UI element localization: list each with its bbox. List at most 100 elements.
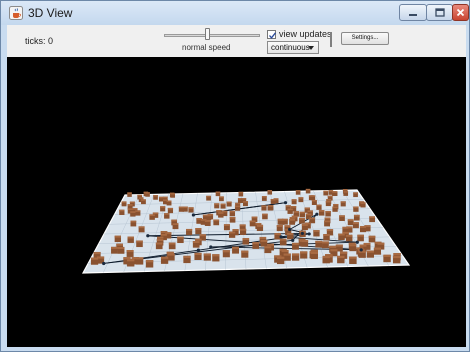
turtle-cube-top (324, 220, 331, 223)
turtle-cube-top (301, 224, 308, 226)
maximize-button[interactable] (426, 4, 453, 21)
link-node (359, 248, 363, 252)
settings-button[interactable]: Settings... (341, 32, 389, 45)
turtle-cube-top (338, 233, 345, 236)
turtle-cube-top (368, 235, 376, 238)
turtle-cube-top (229, 216, 236, 219)
turtle-cube-top (145, 260, 154, 263)
turtle-cube-top (360, 202, 366, 204)
turtle-cube-top (267, 190, 273, 192)
turtle-cube-top (353, 214, 360, 217)
minimize-button[interactable] (399, 4, 427, 21)
turtle-cube-top (318, 210, 325, 212)
turtle-cube-top (171, 219, 178, 222)
turtle-cube-top (251, 216, 258, 219)
turtle-cube-top (304, 222, 311, 225)
turtle-cube-top (339, 215, 345, 218)
turtle-cube-top (123, 257, 131, 260)
minimize-icon (408, 4, 418, 22)
turtle-cube-top (284, 225, 291, 228)
turtle-cube-top (215, 191, 221, 193)
turtle-cube-top (137, 194, 143, 197)
turtle-cube-top (310, 251, 318, 254)
turtle-cube-top (285, 205, 291, 207)
turtle-cube-top (333, 203, 339, 206)
turtle-cube-top (298, 197, 304, 199)
turtle-cube-top (256, 224, 263, 227)
update-mode-select[interactable]: continuous (267, 41, 319, 54)
turtle-cube-top (167, 253, 175, 256)
close-button[interactable] (452, 4, 469, 21)
link-node (307, 232, 311, 236)
turtle-cube-top (261, 205, 267, 207)
turtle-cube-top (393, 253, 401, 256)
turtle-cube-top (267, 243, 274, 246)
title-bar[interactable]: 3D View (1, 1, 469, 25)
turtle-cube-top (216, 210, 222, 212)
turtle-cube-top (342, 226, 349, 229)
link-node (146, 234, 150, 238)
turtle-cube-top (239, 224, 246, 227)
turtle-cube-top (221, 210, 228, 213)
turtle-cube-top (195, 228, 202, 230)
turtle-cube-top (252, 242, 260, 245)
turtle-cube-top (307, 210, 313, 213)
turtle-cube-top (342, 231, 349, 234)
update-mode-value: continuous (271, 43, 310, 52)
turtle-cube-top (325, 201, 331, 203)
turtle-cube-top (326, 199, 332, 201)
turtle-cube-top (270, 198, 276, 201)
turtle-cube-top (276, 256, 285, 259)
turtle-cube-top (155, 242, 163, 245)
turtle-cube-top (283, 253, 291, 256)
turtle-cube-top (299, 211, 306, 214)
speed-slider-track[interactable] (164, 34, 260, 37)
turtle-cube-top (316, 204, 322, 207)
turtle-cube-top (332, 206, 338, 209)
turtle-cube-top (232, 246, 240, 249)
turtle-cube-top (204, 220, 211, 222)
3d-viewport[interactable] (7, 57, 466, 347)
turtle-cube-top (241, 250, 249, 253)
turtle-cube-top (305, 213, 312, 216)
turtle-cube-top (357, 234, 364, 237)
turtle-cube-top (135, 210, 141, 212)
turtle-cube-top (93, 251, 101, 255)
turtle-cube-top (219, 196, 224, 198)
turtle-cube-top (332, 191, 338, 193)
3d-scene (81, 188, 411, 274)
turtle-cube-top (117, 246, 125, 249)
turtle-cube-top (289, 217, 296, 219)
turtle-cube-top (178, 206, 185, 209)
turtle-cube-top (261, 196, 267, 198)
turtle-cube-top (366, 250, 374, 253)
turtle-cube-top (129, 201, 135, 204)
turtle-cube-top (289, 218, 296, 221)
turtle-cube-top (330, 249, 338, 252)
turtle-cube-top (325, 210, 331, 213)
turtle-cube-top (212, 254, 220, 257)
turtle-cube-top (152, 212, 159, 215)
turtle-cube-top (157, 236, 164, 239)
turtle-cube-top (170, 193, 176, 195)
maximize-icon (434, 4, 445, 22)
turtle-cube-top (119, 209, 125, 212)
turtle-cube-top (383, 254, 391, 257)
turtle-cube-top (262, 213, 268, 216)
view-updates-checkbox[interactable] (267, 30, 277, 39)
turtle-cube-top (287, 233, 294, 235)
speed-label: normal speed (182, 43, 231, 52)
turtle-cube-top (165, 232, 172, 235)
turtle-cube-top (160, 206, 166, 208)
turtle-cube-top (343, 191, 349, 193)
turtle-cube-top (287, 208, 293, 211)
speed-slider-thumb[interactable] (205, 28, 210, 40)
link-node (102, 261, 106, 266)
turtle-cube-top (392, 255, 401, 259)
turtle-cube-top (301, 240, 309, 243)
turtle-cube-top (127, 208, 133, 210)
turtle-cube-top (90, 257, 99, 260)
turtle-cube-top (138, 226, 145, 229)
turtle-cube-top (162, 196, 168, 199)
link-node (291, 238, 295, 242)
